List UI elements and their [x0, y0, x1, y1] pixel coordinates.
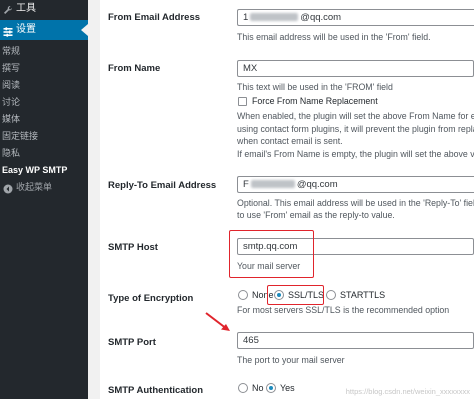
force-help-line: when contact email is sent.	[237, 136, 343, 146]
force-help-line: When enabled, the plugin will set the ab…	[237, 111, 474, 121]
reply-to-input[interactable]: F @qq.com	[237, 176, 474, 193]
from-name-input[interactable]: MX	[237, 60, 474, 77]
smtp-auth-yes-label: Yes	[280, 383, 295, 393]
encryption-help: For most servers SSL/TLS is the recommen…	[237, 305, 450, 315]
sidebar-item-tools[interactable]: 工具	[0, 0, 88, 18]
submenu-item-writing[interactable]: 撰写	[0, 59, 88, 77]
watermark: https://blog.csdn.net/weixin_xxxxxxxx	[345, 387, 470, 396]
sidebar-item-settings[interactable]: 设置	[0, 20, 88, 40]
encryption-starttls-label: STARTTLS	[340, 290, 386, 300]
annotation-arrow-icon	[205, 312, 230, 331]
from-email-label: From Email Address	[108, 12, 201, 23]
encryption-label: Type of Encryption	[108, 293, 194, 304]
from-email-help: This email address will be used in the '…	[237, 32, 431, 42]
submenu-item-privacy[interactable]: 隐私	[0, 144, 88, 162]
wrench-icon	[3, 4, 13, 14]
smtp-port-label: SMTP Port	[108, 337, 156, 348]
smtp-auth-label: SMTP Authentication	[108, 385, 203, 396]
smtp-auth-no-label: No	[252, 383, 264, 393]
reply-to-help-line: Optional. This email address will be use…	[237, 198, 474, 208]
sidebar-item-label: 工具	[16, 3, 36, 14]
submenu-item-reading[interactable]: 阅读	[0, 76, 88, 94]
from-email-input[interactable]: 1 @qq.com	[237, 9, 474, 26]
encryption-starttls-radio[interactable]	[326, 290, 336, 300]
settings-icon	[3, 25, 13, 37]
smtp-auth-yes-radio[interactable]	[266, 383, 276, 393]
submenu-item-discussion[interactable]: 讨论	[0, 93, 88, 111]
reply-to-label: Reply-To Email Address	[108, 180, 217, 191]
sidebar-item-label: 设置	[16, 24, 36, 35]
submenu-item-easy-wp-smtp[interactable]: Easy WP SMTP	[0, 161, 88, 179]
annotation-box	[267, 285, 324, 305]
settings-panel: From Email Address 1 @qq.com This email a…	[100, 0, 474, 399]
annotation-box	[229, 230, 314, 278]
smtp-host-label: SMTP Host	[108, 242, 158, 253]
collapse-arrow-icon	[3, 182, 13, 194]
force-help-line: If email's From Name is empty, the plugi…	[237, 149, 474, 159]
submenu-item-media[interactable]: 媒体	[0, 110, 88, 128]
encryption-none-radio[interactable]	[238, 290, 248, 300]
smtp-port-help: The port to your mail server	[237, 355, 345, 365]
from-name-label: From Name	[108, 63, 161, 74]
admin-sidebar: 工具 设置 常规 撰写 阅读 讨论 媒体 固定链接 隐私 Easy WP SMT…	[0, 0, 88, 399]
smtp-auth-no-radio[interactable]	[238, 383, 248, 393]
submenu-item-permalinks[interactable]: 固定链接	[0, 127, 88, 145]
reply-to-help-line: to use 'From' email as the reply-to valu…	[237, 210, 395, 220]
submenu-item-general[interactable]: 常规	[0, 42, 88, 60]
force-from-name-label: Force From Name Replacement	[252, 96, 378, 106]
force-from-name-checkbox[interactable]	[238, 97, 247, 106]
smtp-port-input[interactable]: 465	[237, 332, 474, 349]
force-help-line: using contact form plugins, it will prev…	[237, 123, 474, 134]
collapse-menu-button[interactable]: 收起菜单	[0, 178, 88, 196]
redacted-text	[250, 13, 299, 22]
redacted-text	[250, 180, 295, 189]
from-name-help: This text will be used in the 'FROM' fie…	[237, 82, 393, 92]
